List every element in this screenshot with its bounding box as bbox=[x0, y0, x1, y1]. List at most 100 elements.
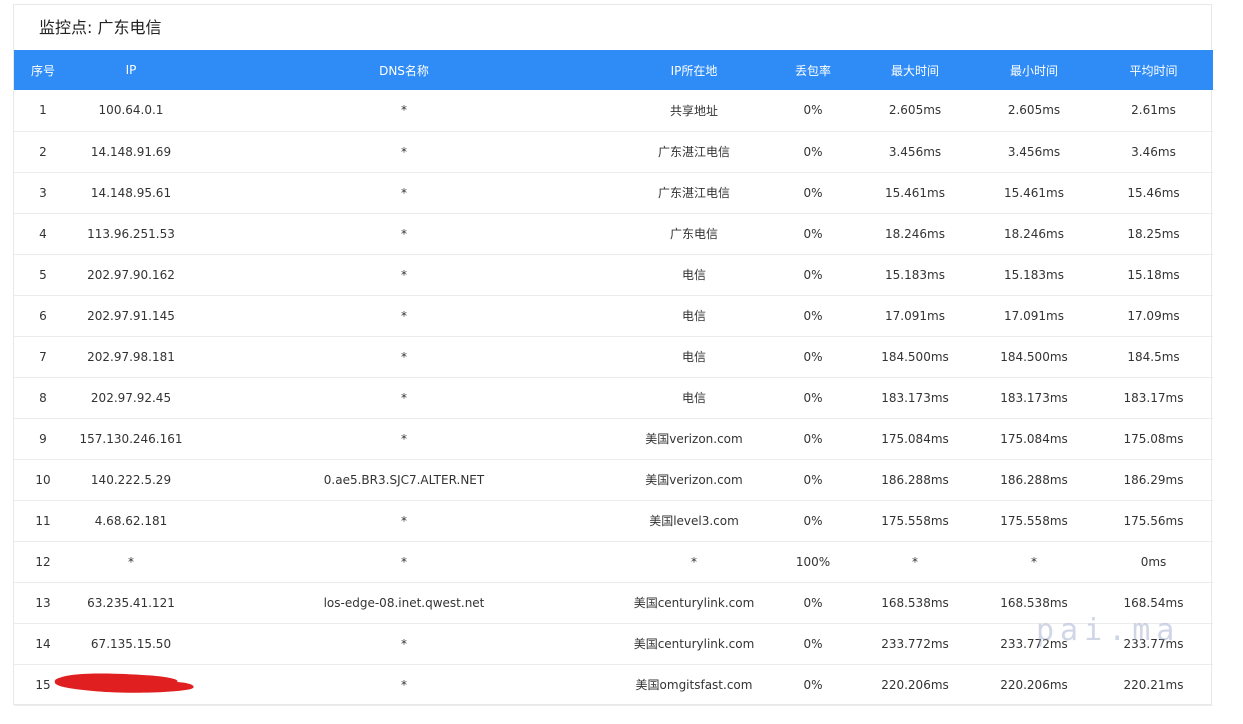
panel-title: 监控点: 广东电信 bbox=[39, 18, 162, 37]
cell-ip: 202.97.90.162 bbox=[87, 267, 175, 282]
cell-max-time: 2.605ms bbox=[888, 103, 942, 118]
cell-ip: 100.64.0.1 bbox=[98, 103, 164, 118]
cell-min-time: * bbox=[1031, 554, 1037, 569]
cell-ip: 202.97.91.145 bbox=[87, 308, 175, 323]
cell-min-time: 184.500ms bbox=[1000, 349, 1068, 364]
header-avg-time[interactable]: 平均时间 bbox=[1094, 50, 1213, 90]
cell-packet-loss: 100% bbox=[795, 554, 831, 569]
table-header-row: 序号 IP DNS名称 IP所在地 丢包率 最大时间 最小时间 平均时间 bbox=[14, 50, 1213, 90]
cell-avg-time: 220.21ms bbox=[1123, 677, 1184, 692]
cell-packet-loss: 0% bbox=[803, 677, 823, 692]
cell-avg-time: 175.08ms bbox=[1123, 431, 1184, 446]
cell-index: 3 bbox=[39, 185, 47, 200]
cell-packet-loss: 0% bbox=[803, 267, 823, 282]
cell-min-time: 2.605ms bbox=[1007, 103, 1061, 118]
cell-dns-name: * bbox=[401, 390, 407, 405]
cell-min-time: 18.246ms bbox=[1004, 226, 1064, 241]
monitor-panel: 监控点: 广东电信 序号 IP DNS名称 IP所在地 丢包率 最大时间 最小时… bbox=[13, 4, 1213, 706]
cell-dns-name: * bbox=[401, 103, 407, 118]
cell-avg-time: 184.5ms bbox=[1127, 349, 1180, 364]
table-row: 12 * * * 100% * * 0ms bbox=[14, 541, 1213, 582]
table-row: 10 140.222.5.29 0.ae5.BR3.SJC7.ALTER.NET 美国… bbox=[14, 459, 1213, 500]
cell-packet-loss: 0% bbox=[803, 185, 823, 200]
cell-dns-name: * bbox=[401, 636, 407, 651]
table-body: 1 100.64.0.1 * 共享地址 0% 2.605ms 2.605ms 2.61ms 2 1… bbox=[14, 90, 1213, 705]
cell-packet-loss: 0% bbox=[803, 308, 823, 323]
table-row: 5 202.97.90.162 * 电信 0% 15.183ms 15.183ms 15.18… bbox=[14, 254, 1213, 295]
cell-ip-location: 美国verizon.com bbox=[645, 432, 743, 446]
cell-packet-loss: 0% bbox=[803, 636, 823, 651]
traceroute-table: 序号 IP DNS名称 IP所在地 丢包率 最大时间 最小时间 平均时间 1 10… bbox=[14, 50, 1213, 706]
header-dns-name[interactable]: DNS名称 bbox=[190, 50, 618, 90]
cell-packet-loss: 0% bbox=[803, 226, 823, 241]
cell-dns-name: * bbox=[401, 144, 407, 159]
cell-ip: 67.135.15.50 bbox=[90, 636, 172, 651]
cell-packet-loss: 0% bbox=[803, 595, 823, 610]
cell-ip-location: 共享地址 bbox=[669, 103, 718, 118]
table-row: 13 63.235.41.121 los-edge-08.inet.qwest.ne… bbox=[14, 582, 1213, 623]
cell-ip-location: 电信 bbox=[681, 391, 706, 405]
cell-dns-name: * bbox=[401, 513, 407, 528]
cell-ip-location: 美国verizon.com bbox=[645, 473, 743, 487]
header-ip-location[interactable]: IP所在地 bbox=[618, 50, 770, 90]
header-index[interactable]: 序号 bbox=[14, 50, 72, 90]
cell-max-time: 220.206ms bbox=[881, 677, 949, 692]
cell-min-time: 183.173ms bbox=[1000, 390, 1068, 405]
cell-avg-time: 17.09ms bbox=[1127, 308, 1180, 323]
cell-ip-location: * bbox=[691, 554, 697, 569]
cell-ip: 14.148.91.69 bbox=[90, 144, 172, 159]
cell-ip: 113.96.251.53 bbox=[87, 226, 175, 241]
cell-index: 10 bbox=[35, 472, 51, 487]
cell-min-time: 175.084ms bbox=[1000, 431, 1068, 446]
header-ip[interactable]: IP bbox=[72, 50, 190, 90]
cell-avg-time: 15.18ms bbox=[1127, 267, 1180, 282]
cell-index: 4 bbox=[39, 226, 47, 241]
cell-dns-name: * bbox=[401, 677, 407, 692]
header-min-time[interactable]: 最小时间 bbox=[974, 50, 1094, 90]
header-max-time[interactable]: 最大时间 bbox=[856, 50, 974, 90]
cell-max-time: 233.772ms bbox=[881, 636, 949, 651]
cell-avg-time: 3.46ms bbox=[1131, 144, 1176, 159]
cell-min-time: 17.091ms bbox=[1004, 308, 1064, 323]
table-row: 9 157.130.246.161 * 美国verizon.com 0% 175.084m… bbox=[14, 418, 1213, 459]
cell-ip-location: 美国omgitsfast.com bbox=[635, 678, 753, 692]
table-row: 8 202.97.92.45 * 电信 0% 183.173ms 183.173ms 183.… bbox=[14, 377, 1213, 418]
cell-min-time: 186.288ms bbox=[1000, 472, 1068, 487]
cell-min-time: 220.206ms bbox=[1000, 677, 1068, 692]
cell-packet-loss: 0% bbox=[803, 390, 823, 405]
cell-avg-time: 233.77ms bbox=[1123, 636, 1184, 651]
cell-dns-name: * bbox=[401, 349, 407, 364]
cell-avg-time: 168.54ms bbox=[1123, 595, 1184, 610]
cell-index: 6 bbox=[39, 308, 47, 323]
cell-dns-name: * bbox=[401, 267, 407, 282]
cell-max-time: 175.558ms bbox=[881, 513, 949, 528]
redaction-mark bbox=[54, 673, 194, 693]
table-row: 11 4.68.62.181 * 美国level3.com 0% 175.558ms 175… bbox=[14, 500, 1213, 541]
cell-dns-name: * bbox=[401, 308, 407, 323]
cell-dns-name: * bbox=[401, 226, 407, 241]
cell-max-time: * bbox=[912, 554, 918, 569]
cell-max-time: 17.091ms bbox=[885, 308, 945, 323]
cell-packet-loss: 0% bbox=[803, 349, 823, 364]
cell-ip-location: 美国level3.com bbox=[649, 514, 739, 528]
cell-ip: 202.97.92.45 bbox=[90, 390, 172, 405]
cell-avg-time: 175.56ms bbox=[1123, 513, 1184, 528]
cell-max-time: 183.173ms bbox=[881, 390, 949, 405]
cell-avg-time: 183.17ms bbox=[1123, 390, 1184, 405]
cell-min-time: 233.772ms bbox=[1000, 636, 1068, 651]
cell-ip: 14.148.95.61 bbox=[90, 185, 172, 200]
cell-max-time: 175.084ms bbox=[881, 431, 949, 446]
table-row: 1 100.64.0.1 * 共享地址 0% 2.605ms 2.605ms 2.61ms bbox=[14, 90, 1213, 131]
cell-ip-location: 电信 bbox=[681, 268, 706, 282]
cell-min-time: 3.456ms bbox=[1007, 144, 1061, 159]
cell-dns-name: los-edge-08.inet.qwest.net bbox=[323, 595, 485, 610]
header-packet-loss[interactable]: 丢包率 bbox=[770, 50, 856, 90]
cell-ip-location: 电信 bbox=[681, 350, 706, 364]
cell-max-time: 168.538ms bbox=[881, 595, 949, 610]
cell-avg-time: 15.46ms bbox=[1127, 185, 1180, 200]
table-row: 6 202.97.91.145 * 电信 0% 17.091ms 17.091ms 17.09… bbox=[14, 295, 1213, 336]
cell-avg-time: 18.25ms bbox=[1127, 226, 1180, 241]
cell-index: 7 bbox=[39, 349, 47, 364]
cell-min-time: 15.461ms bbox=[1004, 185, 1064, 200]
cell-dns-name: * bbox=[401, 431, 407, 446]
